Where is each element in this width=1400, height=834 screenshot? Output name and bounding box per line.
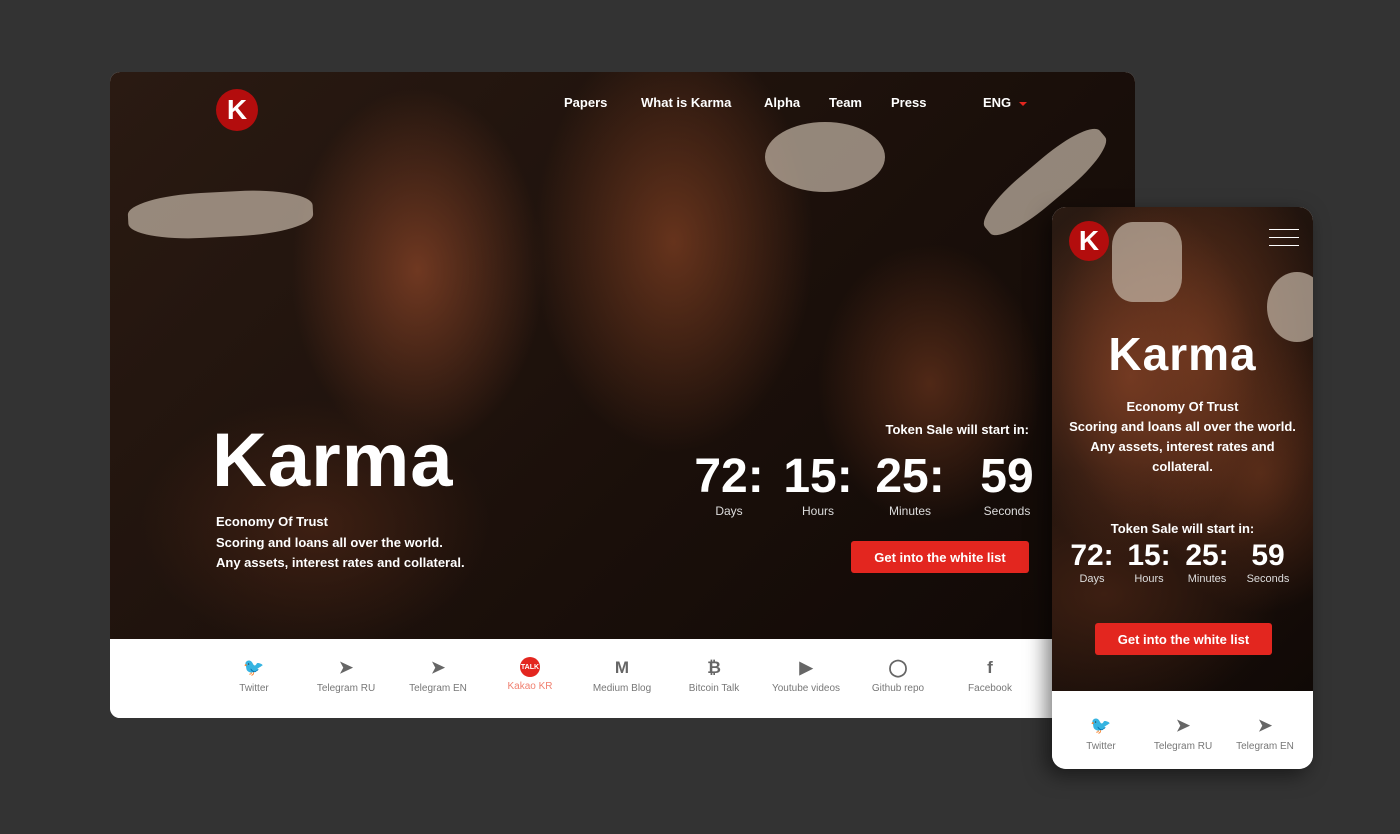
subtitle-line: collateral. (1152, 459, 1213, 474)
mobile-mockup: K Karma Economy Of Trust Scoring and loa… (1052, 207, 1313, 769)
social-link-medium-blog[interactable]: M Medium Blog (576, 657, 668, 718)
karma-logo[interactable]: K (1069, 221, 1109, 261)
subtitle-line: Scoring and loans all over the world. (216, 534, 443, 550)
social-link-bitcoin-talk[interactable]: ₿ Bitcoin Talk (668, 657, 760, 718)
paint-decoration (126, 187, 315, 242)
social-label: Facebook (968, 683, 1012, 694)
countdown-hours: 15: Hours (1127, 539, 1171, 585)
social-label: Bitcoin Talk (688, 683, 740, 694)
social-link-youtube-videos[interactable]: ▶ Youtube videos (760, 657, 852, 718)
telegram-icon: ➤ (1257, 716, 1273, 735)
countdown-minutes: 25: Minutes (1185, 539, 1229, 585)
language-select[interactable]: ENG (983, 95, 1028, 110)
social-link-github-repo[interactable]: ◯ Github repo (852, 657, 944, 718)
nav-what-is-karma[interactable]: What is Karma (641, 95, 731, 110)
medium-icon: M (614, 658, 630, 677)
hero-title: Karma (1108, 328, 1257, 380)
social-link-telegram-ru[interactable]: ➤ Telegram RU (300, 657, 392, 718)
countdown-minutes: 25: Minutes (875, 450, 945, 518)
github-icon: ◯ (888, 658, 908, 677)
telegram-icon: ➤ (430, 658, 446, 677)
social-link-twitter[interactable]: 🐦 Twitter (208, 657, 300, 718)
social-footer: 🐦 Twitter ➤ Telegram RU ➤ Telegram EN TALK Kaka… (110, 639, 1135, 718)
social-label: Telegram EN (409, 683, 467, 694)
hero-title: Karma (212, 418, 454, 503)
hamburger-menu-icon[interactable] (1269, 229, 1299, 253)
social-link-telegram-ru[interactable]: ➤ Telegram RU (1142, 715, 1224, 769)
social-footer: 🐦 Twitter ➤ Telegram RU ➤ Telegram EN (1052, 691, 1313, 769)
paint-decoration (765, 122, 885, 192)
kakao-talk-icon: TALK (520, 657, 540, 677)
nav-papers[interactable]: Papers (564, 95, 607, 110)
countdown-label: Token Sale will start in: (885, 422, 1029, 437)
nav-team[interactable]: Team (829, 95, 862, 110)
social-label: Medium Blog (592, 683, 652, 694)
countdown-seconds: 59 Seconds (1246, 539, 1290, 585)
countdown-hours: 15: Hours (783, 450, 853, 518)
subtitle-line: Any assets, interest rates and collatera… (216, 555, 465, 570)
social-label: Telegram RU (1153, 741, 1213, 752)
social-label: Twitter (1086, 741, 1116, 752)
social-label: Kakao KR (507, 681, 553, 692)
nav-alpha[interactable]: Alpha (764, 95, 800, 110)
hero-subtitle: Economy Of Trust Scoring and loans all o… (1052, 397, 1313, 477)
subtitle-line: Scoring and loans all over the world. (1069, 419, 1296, 434)
language-value: ENG (983, 95, 1012, 110)
subtitle-line: Economy Of Trust (1126, 399, 1239, 414)
twitter-icon: 🐦 (1090, 716, 1112, 735)
social-link-kakao-kr[interactable]: TALK Kakao KR (484, 657, 576, 718)
desktop-mockup: K Papers What is Karma Alpha Team Press … (110, 72, 1135, 718)
subtitle-line: Any assets, interest rates and (1090, 439, 1275, 454)
countdown-seconds: 59 Seconds (980, 450, 1034, 518)
social-link-telegram-en[interactable]: ➤ Telegram EN (392, 657, 484, 718)
subtitle-line: Economy Of Trust (216, 514, 328, 529)
chevron-down-icon (1019, 101, 1028, 106)
countdown-days: 72: Days (694, 450, 764, 518)
countdown-label: Token Sale will start in: (1110, 521, 1255, 536)
social-label: Telegram RU (316, 683, 376, 694)
nav-press[interactable]: Press (891, 95, 926, 110)
social-label: Telegram EN (1236, 741, 1294, 752)
hero-subtitle: Economy Of Trust Scoring and loans all o… (216, 512, 465, 574)
social-link-twitter[interactable]: 🐦 Twitter (1060, 715, 1142, 769)
countdown-timer: 72: Days 15: Hours 25: Minutes 59 Seconds (684, 449, 1056, 518)
telegram-icon: ➤ (338, 658, 354, 677)
social-link-telegram-en[interactable]: ➤ Telegram EN (1224, 715, 1306, 769)
bitcoin-icon: ₿ (707, 658, 721, 677)
facebook-icon: f (987, 658, 993, 677)
telegram-icon: ➤ (1175, 716, 1191, 735)
karma-logo[interactable]: K (216, 89, 258, 131)
youtube-icon: ▶ (799, 658, 813, 677)
social-label: Youtube videos (771, 683, 841, 694)
social-label: Github repo (871, 683, 925, 694)
paint-decoration (1112, 222, 1182, 302)
whitelist-button[interactable]: Get into the white list (851, 541, 1029, 573)
countdown-timer: 72: Days 15: Hours 25: Minutes 59 Seconds (1064, 539, 1300, 585)
social-label: Twitter (239, 683, 269, 694)
twitter-icon: 🐦 (243, 658, 265, 677)
whitelist-button[interactable]: Get into the white list (1095, 623, 1272, 655)
social-link-facebook[interactable]: f Facebook (944, 657, 1036, 718)
countdown-days: 72: Days (1070, 539, 1114, 585)
